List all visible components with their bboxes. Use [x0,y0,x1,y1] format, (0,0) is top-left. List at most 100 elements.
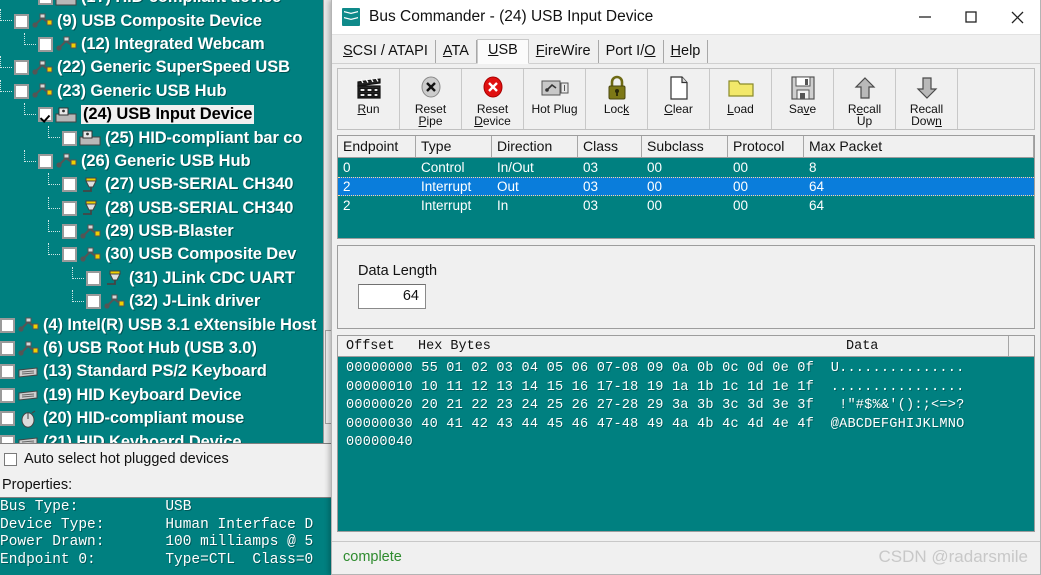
tree-item-17[interactable]: (19) HID Keyboard Device [0,384,341,407]
tree-connector-vertical [0,79,2,92]
auto-select-checkbox[interactable] [4,452,17,466]
toolbar-button-recall-down[interactable]: Recall Down [896,69,958,129]
tree-item-9[interactable]: (28) USB-SERIAL CH340 [0,196,341,220]
tree-item-7[interactable]: (26) Generic USB Hub [0,149,341,173]
reset-device-icon [480,73,506,103]
title-bar[interactable]: Bus Commander - (24) USB Input Device [332,0,1040,35]
tree-item-checkbox[interactable] [0,387,15,403]
tree-item-6[interactable]: (25) HID-compliant bar co [0,126,341,149]
tree-item-1[interactable]: (9) USB Composite Device [0,9,341,32]
tree-item-14[interactable]: (4) Intel(R) USB 3.1 eXtensible Host [0,313,341,336]
auto-select-hot-plugged-checkbox-row[interactable]: Auto select hot plugged devices [4,451,229,467]
toolbar-button-hot-plug[interactable]: Hot Plug [524,69,586,129]
endpoint-column-header[interactable]: Endpoint [338,136,416,157]
hot-plug-icon [540,73,570,103]
menu-tab-usb[interactable]: USB [476,39,529,64]
tree-item-0[interactable]: (1?) HID-compliant device [0,0,341,9]
endpoint-column-header[interactable]: Max Packet [804,136,1034,157]
endpoint-table[interactable]: Endpoint Type Direction Class Subclass Protoc… [337,135,1035,239]
tree-item-18[interactable]: (20) HID-compliant mouse [0,407,341,430]
tree-item-16[interactable]: (13) Standard PS/2 Keyboard [0,360,341,383]
tree-item-checkbox[interactable] [86,270,101,286]
tree-item-checkbox[interactable] [38,36,53,52]
endpoint-row[interactable]: 0 Control In/Out 03 00 00 8 [338,158,1034,177]
tree-item-checkbox[interactable] [14,13,29,29]
tree-item-19[interactable]: (21) HID Keyboard Device [0,430,341,443]
tree-item-13[interactable]: (32) J-Link driver [0,290,341,313]
tree-item-checkbox[interactable] [62,130,77,146]
menu-tab-help[interactable]: Help [664,40,709,63]
tree-item-checkbox[interactable] [0,411,15,427]
endpoint-cell-type: Control [421,160,465,175]
tree-item-8[interactable]: (27) USB-SERIAL CH340 [0,173,341,196]
tree-item-11[interactable]: (30) USB Composite Dev [0,243,341,266]
tree-connector-vertical [24,102,26,115]
toolbar-button-recall-up[interactable]: Recall Up [834,69,896,129]
menu-tab-firewire[interactable]: FireWire [529,40,599,63]
tree-item-3[interactable]: (22) Generic SuperSpeed USB [0,56,341,79]
tree-item-checkbox[interactable] [38,107,53,123]
toolbar-button-run[interactable]: Run [338,69,400,129]
close-button[interactable] [994,1,1040,34]
tree-connector-vertical [0,56,2,69]
tree-item-label: (4) Intel(R) USB 3.1 eXtensible Host [43,315,317,334]
menu-tab-ata[interactable]: ATA [436,40,477,63]
endpoint-column-header[interactable]: Subclass [642,136,728,157]
endpoint-column-header[interactable]: Class [578,136,642,157]
toolbar-button-lock[interactable]: Lock [586,69,648,129]
bus-commander-window: Bus Commander - (24) USB Input Device SC… [331,0,1041,575]
toolbar-button-save[interactable]: Save [772,69,834,129]
folder-icon [727,73,755,103]
endpoint-row[interactable]: 2 Interrupt In 03 00 00 64 [338,196,1034,215]
tree-item-checkbox[interactable] [38,0,53,6]
device-tree[interactable]: (1?) HID-compliant device (9) USB Composi… [0,0,341,443]
data-length-input[interactable]: 64 [358,284,426,309]
menu-tab-port-i-o[interactable]: Port I/O [599,40,664,63]
endpoint-cell-protocol: 00 [733,198,749,213]
tree-item-checkbox[interactable] [0,364,15,380]
window-title: Bus Commander - (24) USB Input Device [369,8,654,25]
tree-item-label: (21) HID Keyboard Device [43,432,242,443]
hex-dump-view[interactable]: Offset Hex Bytes Data 00000000 55 01 02 … [337,335,1035,532]
tree-item-label: (6) USB Root Hub (USB 3.0) [43,339,257,358]
tree-item-checkbox[interactable] [0,317,15,333]
tree-item-checkbox[interactable] [62,177,77,193]
tree-item-checkbox[interactable] [14,83,29,99]
tree-item-12[interactable]: (31) JLink CDC UART [0,266,341,290]
toolbar-button-load[interactable]: Load [710,69,772,129]
toolbar[interactable]: Run Reset Pipe Reset Device Hot Plug Lock Clear… [337,68,1035,130]
menu-tab-bar[interactable]: SCSI / ATAPI ATA USB FireWire Port I/O Help [332,35,1040,64]
data-length-group: Data Length 64 [337,245,1035,329]
tree-item-4[interactable]: (23) Generic USB Hub [0,79,341,103]
usb-icon [79,246,101,264]
toolbar-button-reset-pipe[interactable]: Reset Pipe [400,69,462,129]
tree-item-checkbox[interactable] [62,200,77,216]
property-line: Device Type: Human Interface D [0,516,314,533]
minimize-button[interactable] [902,1,948,34]
tree-item-checkbox[interactable] [38,153,53,169]
tree-item-5[interactable]: (24) USB Input Device [0,102,341,126]
tree-item-checkbox[interactable] [62,224,77,240]
toolbar-button-clear[interactable]: Clear [648,69,710,129]
endpoint-column-header[interactable]: Protocol [728,136,804,157]
tree-connector-vertical [0,9,2,22]
tree-item-checkbox[interactable] [14,60,29,76]
tree-item-label: (20) HID-compliant mouse [43,409,245,428]
endpoint-table-body[interactable]: 0 Control In/Out 03 00 00 8 2 Interrupt Out 03 00 00… [338,158,1034,215]
tree-item-checkbox[interactable] [86,294,101,310]
tree-item-15[interactable]: (6) USB Root Hub (USB 3.0) [0,337,341,360]
tree-item-checkbox[interactable] [0,341,15,357]
menu-tab-scsi-atapi[interactable]: SCSI / ATAPI [336,40,436,63]
tree-item-10[interactable]: (29) USB-Blaster [0,219,341,243]
tree-item-2[interactable]: (12) Integrated Webcam [0,32,341,56]
tree-item-checkbox[interactable] [0,434,15,443]
endpoint-column-header[interactable]: Type [416,136,492,157]
toolbar-button-label: Recall Up [847,102,882,128]
toolbar-button-reset-device[interactable]: Reset Device [462,69,524,129]
tree-item-checkbox[interactable] [62,247,77,263]
endpoint-column-header[interactable]: Direction [492,136,578,157]
maximize-button[interactable] [948,1,994,34]
endpoint-row[interactable]: 2 Interrupt Out 03 00 00 64 [338,177,1034,196]
endpoint-cell-class: 03 [583,198,599,213]
serial-port-icon [103,269,125,287]
